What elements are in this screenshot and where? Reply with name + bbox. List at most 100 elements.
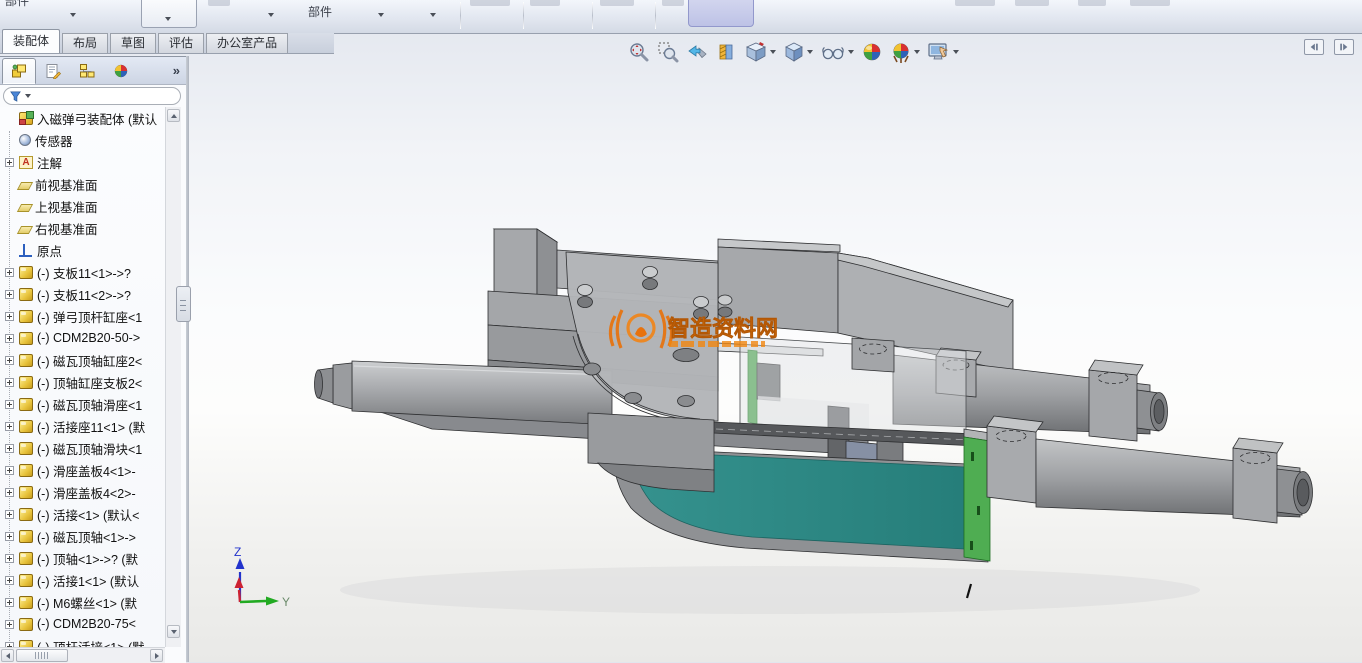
- command-tab[interactable]: 装配体: [2, 29, 60, 53]
- tree-item[interactable]: (-) 顶轴<1>->? (默: [0, 547, 165, 569]
- expand-toggle[interactable]: [5, 620, 14, 629]
- tree-item[interactable]: 原点: [0, 239, 165, 261]
- tree-item-label: (-) 滑座盖板4<2>-: [37, 483, 136, 502]
- tree-item[interactable]: (-) 活接<1> (默认<: [0, 503, 165, 525]
- tree-item[interactable]: 注解: [0, 151, 165, 173]
- tree-item[interactable]: (-) 活接1<1> (默认: [0, 569, 165, 591]
- hide-show-items-button[interactable]: [818, 40, 856, 64]
- ribbon-fragment-center[interactable]: 部件: [308, 3, 332, 20]
- tree-item[interactable]: (-) 弹弓顶杆缸座<1: [0, 305, 165, 327]
- ribbon-fragment-left[interactable]: 部件: [5, 0, 29, 9]
- command-tab[interactable]: 布局: [62, 33, 108, 53]
- tree-item[interactable]: (-) 磁瓦顶轴滑块<1: [0, 437, 165, 459]
- expand-toggle[interactable]: [5, 642, 14, 648]
- graphics-viewport[interactable]: 智造资料网 Z Y: [0, 0, 1362, 662]
- expand-toggle[interactable]: [5, 422, 14, 431]
- tree-item-label: (-) 顶轴<1>->? (默: [37, 549, 138, 568]
- previous-view-button[interactable]: [684, 40, 710, 64]
- ribbon-dropdown-box[interactable]: [141, 0, 197, 28]
- command-tab[interactable]: 草图: [110, 33, 156, 53]
- section-view-icon: [715, 41, 737, 63]
- expand-toggle[interactable]: [5, 312, 14, 321]
- expand-toggle[interactable]: [5, 290, 14, 299]
- edit-appearance-button[interactable]: [859, 40, 885, 64]
- zoom-to-fit-button[interactable]: [626, 40, 652, 64]
- tree-item[interactable]: (-) 顶轴缸座支板2<: [0, 371, 165, 393]
- dropdown-caret[interactable]: [770, 50, 776, 54]
- dropdown-caret[interactable]: [807, 50, 813, 54]
- section-view-button[interactable]: [713, 40, 739, 64]
- tree-item[interactable]: 入磁弹弓装配体 (默认: [0, 107, 165, 129]
- dropdown-caret[interactable]: [848, 50, 854, 54]
- tab-feature-manager-tree[interactable]: [2, 58, 36, 84]
- tab-display-manager[interactable]: [104, 58, 138, 84]
- view-settings-button[interactable]: [925, 40, 961, 64]
- tree-item[interactable]: (-) 滑座盖板4<1>-: [0, 459, 165, 481]
- tree-item[interactable]: (-) 活接座11<1> (默: [0, 415, 165, 437]
- tree-item-label: (-) 磁瓦顶轴缸座2<: [37, 351, 142, 370]
- scrollbar-thumb[interactable]: [16, 649, 68, 662]
- tree-item[interactable]: (-) 支板11<2>->?: [0, 283, 165, 305]
- ribbon-hover-button[interactable]: [688, 0, 754, 27]
- collapse-right-button[interactable]: [1334, 39, 1354, 55]
- expand-toggle[interactable]: [5, 334, 14, 343]
- scroll-left-button[interactable]: [1, 649, 14, 662]
- tree-item[interactable]: (-) 磁瓦顶轴缸座2<: [0, 349, 165, 371]
- expand-toggle[interactable]: [5, 356, 14, 365]
- expand-toggle[interactable]: [5, 158, 14, 167]
- zoom-to-area-button[interactable]: [655, 40, 681, 64]
- tree-item-icon: [19, 530, 33, 543]
- tree-item[interactable]: (-) 磁瓦顶轴<1>->: [0, 525, 165, 547]
- more-tabs-chevron[interactable]: »: [173, 63, 180, 78]
- panel-splitter-handle[interactable]: [176, 286, 191, 322]
- ribbon-dropdown-caret[interactable]: [378, 13, 384, 17]
- tree-item-icon: [17, 204, 33, 212]
- tree-item-icon: [19, 420, 33, 433]
- tree-item-icon: [19, 574, 33, 587]
- ribbon-dropdown-caret[interactable]: [268, 13, 274, 17]
- command-tab[interactable]: 办公室产品: [206, 33, 288, 53]
- dropdown-caret[interactable]: [914, 50, 920, 54]
- expand-toggle[interactable]: [5, 378, 14, 387]
- tree-horizontal-scrollbar[interactable]: [0, 647, 165, 663]
- tree-item[interactable]: (-) CDM2B20-50->: [0, 327, 165, 349]
- scroll-right-button[interactable]: [150, 649, 163, 662]
- ribbon-dropdown-caret[interactable]: [430, 13, 436, 17]
- expand-toggle[interactable]: [5, 554, 14, 563]
- tree-item[interactable]: (-) M6螺丝<1> (默: [0, 591, 165, 613]
- tree-item[interactable]: (-) 滑座盖板4<2>-: [0, 481, 165, 503]
- tab-configuration-manager[interactable]: [70, 58, 104, 84]
- tree-item[interactable]: 前视基准面: [0, 173, 165, 195]
- expand-toggle[interactable]: [5, 268, 14, 277]
- tree-item[interactable]: (-) 支板11<1>->?: [0, 261, 165, 283]
- expand-toggle[interactable]: [5, 532, 14, 541]
- expand-toggle[interactable]: [5, 466, 14, 475]
- tree-filter-input[interactable]: [3, 87, 181, 105]
- filter-dropdown-caret[interactable]: [25, 94, 31, 98]
- expand-toggle[interactable]: [5, 576, 14, 585]
- expand-toggle[interactable]: [5, 400, 14, 409]
- expand-toggle[interactable]: [5, 488, 14, 497]
- collapse-left-button[interactable]: [1304, 39, 1324, 55]
- tree-vertical-scrollbar[interactable]: [165, 107, 181, 647]
- apply-scene-button[interactable]: [888, 40, 922, 64]
- command-tab[interactable]: 评估: [158, 33, 204, 53]
- tab-property-manager[interactable]: [36, 58, 70, 84]
- display-style-button[interactable]: [781, 40, 815, 64]
- feature-manager-panel: » 入磁弹弓装配体 (默认 传感器 注解: [0, 56, 186, 663]
- scroll-up-button[interactable]: [167, 109, 180, 122]
- tree-item-icon: [19, 464, 33, 477]
- tree-item[interactable]: 传感器: [0, 129, 165, 151]
- expand-toggle[interactable]: [5, 598, 14, 607]
- tree-item[interactable]: 上视基准面: [0, 195, 165, 217]
- tree-item[interactable]: (-) CDM2B20-75<: [0, 613, 165, 635]
- tree-item[interactable]: (-) 磁瓦顶轴滑座<1: [0, 393, 165, 415]
- tree-item[interactable]: 右视基准面: [0, 217, 165, 239]
- ribbon-dropdown-caret[interactable]: [70, 13, 76, 17]
- expand-toggle[interactable]: [5, 444, 14, 453]
- view-orientation-button[interactable]: [742, 40, 778, 64]
- expand-toggle[interactable]: [5, 510, 14, 519]
- dropdown-caret[interactable]: [953, 50, 959, 54]
- scroll-down-button[interactable]: [167, 625, 180, 638]
- tree-item[interactable]: (-) 顶杆活接<1> (默: [0, 635, 165, 647]
